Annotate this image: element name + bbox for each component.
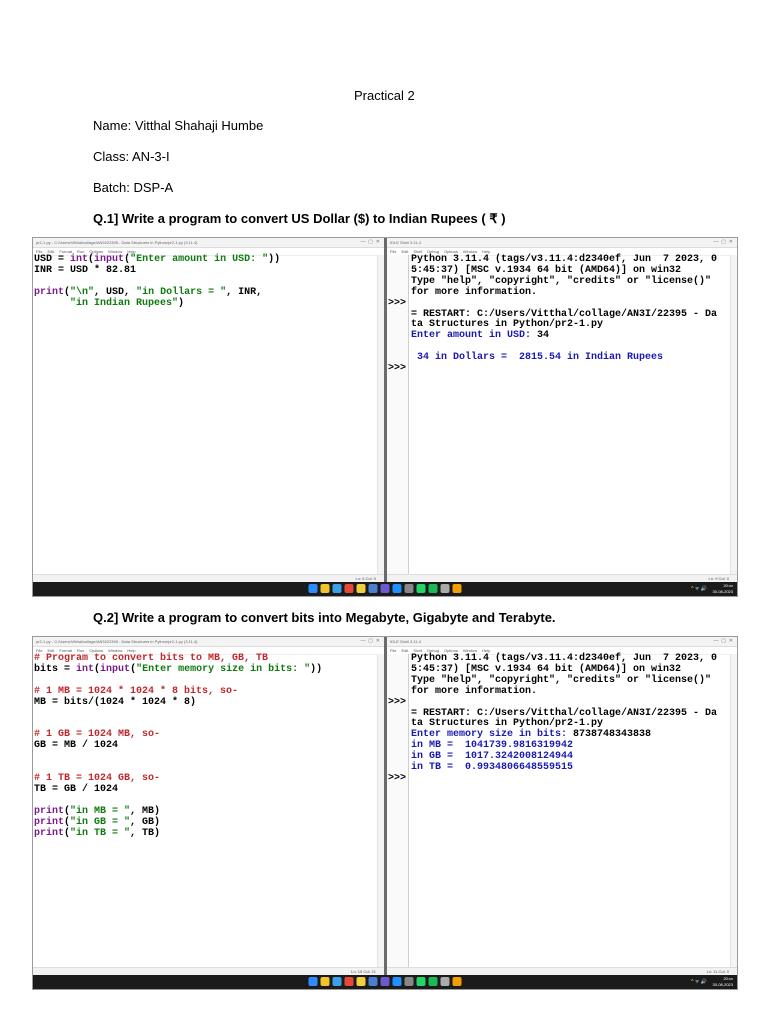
shell-prompt: Enter memory size in bits: — [411, 729, 574, 741]
tray-time: 20:xx 30-08-2023 — [712, 976, 733, 987]
system-tray[interactable]: ^ ᯤ 🔊 20:xx 30-08-2023 — [691, 583, 733, 595]
shell-output[interactable]: Python 3.11.4 (tags/v3.11.4:d2340ef, Jun… — [387, 654, 737, 967]
notes-icon[interactable] — [452, 977, 462, 986]
chrome-icon[interactable] — [344, 977, 354, 986]
shell-scrollbar[interactable] — [730, 654, 737, 967]
student-name: Name: Vitthal Shahaji Humbe — [93, 118, 264, 133]
whatsapp-icon[interactable] — [416, 977, 426, 986]
editor-titlebar: pr2-1.py - C:/Users/Vitthal/collage/AN3I… — [33, 238, 384, 248]
screenshot-q2: pr2-1.py - C:/Users/Vitthal/collage/AN3I… — [32, 636, 738, 990]
question-2-heading: Q.2] Write a program to convert bits int… — [93, 610, 556, 625]
screenshot-q1: pr2-1.py - C:/Users/Vitthal/collage/AN3I… — [32, 237, 738, 597]
settings-icon[interactable] — [440, 584, 450, 593]
window-controls-icon[interactable]: — ▢ ✕ — [714, 637, 733, 646]
code-text[interactable]: # Program to convert bits to MB, GB, TB … — [34, 653, 322, 839]
windows-icon[interactable] — [308, 977, 318, 986]
code-text[interactable]: USD = int(input("Enter amount in USD: ")… — [34, 254, 280, 310]
edge-icon[interactable] — [332, 584, 342, 593]
photos-icon[interactable] — [392, 977, 402, 986]
editor-window: pr2-1.py - C:/Users/Vitthal/collage/AN3I… — [33, 637, 384, 975]
shell-window: IDLE Shell 3.11.4— ▢ ✕ File Edit Shell Debu… — [387, 238, 737, 582]
tray-icons[interactable]: ^ ᯤ 🔊 — [691, 979, 707, 985]
shell-titlebar: IDLE Shell 3.11.4 — ▢ ✕ — [387, 637, 737, 647]
tray-time: 20:xx 30-08-2023 — [712, 583, 733, 594]
shell-titlebar: IDLE Shell 3.11.4 — ▢ ✕ — [387, 238, 737, 248]
shell-input-value: 34 — [537, 330, 550, 342]
window-controls-icon[interactable]: — ▢ ✕ — [714, 238, 733, 247]
chrome-icon[interactable] — [344, 584, 354, 593]
editor-titlebar: pr2-1.py - C:/Users/Vitthal/collage/AN3I… — [33, 637, 384, 647]
store-icon[interactable] — [380, 977, 390, 986]
window-controls-icon[interactable]: — ▢ ✕ — [361, 238, 380, 247]
shell-output-line: 34 in Dollars = 2815.54 in Indian Rupees — [411, 352, 664, 364]
editor-scrollbar[interactable] — [377, 654, 384, 967]
editor-window: pr2-1.py - C:/Users/Vitthal/collage/AN3I… — [33, 238, 384, 582]
python-icon[interactable] — [368, 584, 378, 593]
notes-icon[interactable] — [452, 584, 462, 593]
shell-prompt: Enter amount in USD: — [411, 330, 538, 342]
editor-scrollbar[interactable] — [377, 255, 384, 574]
editor-statusbar: Ln: 15 Col: 21 — [33, 967, 384, 975]
file-explorer-icon[interactable] — [320, 584, 330, 593]
shell-title: IDLE Shell 3.11.4 — [390, 240, 421, 245]
editor-title: pr2-1.py - C:/Users/Vitthal/collage/AN3I… — [36, 240, 198, 245]
question-1-heading: Q.1] Write a program to convert US Dolla… — [93, 211, 506, 226]
window-controls-icon[interactable]: — ▢ ✕ — [361, 637, 380, 646]
tray-icons[interactable]: ^ ᯤ 🔊 — [691, 586, 707, 592]
terminal-icon[interactable] — [404, 977, 414, 986]
spotify-icon[interactable] — [428, 977, 438, 986]
editor-title: pr2-1.py - C:/Users/Vitthal/collage/AN3I… — [36, 639, 198, 644]
whatsapp-icon[interactable] — [416, 584, 426, 593]
menu-edit[interactable]: Edit — [401, 648, 408, 653]
shell-output[interactable]: Python 3.11.4 (tags/v3.11.4:d2340ef, Jun… — [387, 255, 737, 574]
shell-input-value: 8738748343838 — [573, 729, 652, 741]
python-icon[interactable] — [368, 977, 378, 986]
windows-icon[interactable] — [308, 584, 318, 593]
shell-statusbar: Ln: 11 Col: 0 — [387, 967, 737, 975]
idle-icon[interactable] — [356, 977, 366, 986]
shell-text[interactable]: Python 3.11.4 (tags/v3.11.4:d2340ef, Jun… — [411, 255, 717, 364]
menu-file[interactable]: File — [390, 648, 396, 653]
student-batch: Batch: DSP-A — [93, 180, 174, 195]
menu-edit[interactable]: Edit — [401, 249, 408, 254]
windows-taskbar: ^ ᯤ 🔊 20:xx 30-08-2023 — [33, 582, 737, 596]
editor-statusbar: Ln: 6 Col: 0 — [33, 574, 384, 582]
edge-icon[interactable] — [332, 977, 342, 986]
settings-icon[interactable] — [440, 977, 450, 986]
spotify-icon[interactable] — [428, 584, 438, 593]
terminal-icon[interactable] — [404, 584, 414, 593]
idle-icon[interactable] — [356, 584, 366, 593]
shell-scrollbar[interactable] — [730, 255, 737, 574]
page-title: Practical 2 — [354, 88, 415, 103]
menu-file[interactable]: File — [390, 249, 396, 254]
shell-title: IDLE Shell 3.11.4 — [390, 639, 421, 644]
shell-statusbar: Ln: 9 Col: 0 — [387, 574, 737, 582]
code-editor[interactable]: USD = int(input("Enter amount in USD: ")… — [33, 254, 384, 574]
shell-text[interactable]: Python 3.11.4 (tags/v3.11.4:d2340ef, Jun… — [411, 654, 717, 774]
student-class: Class: AN-3-I — [93, 149, 170, 164]
file-explorer-icon[interactable] — [320, 977, 330, 986]
system-tray[interactable]: ^ ᯤ 🔊 20:xx 30-08-2023 — [691, 976, 733, 988]
shell-window: IDLE Shell 3.11.4— ▢ ✕ File Edit Shell Debu… — [387, 637, 737, 975]
code-editor[interactable]: # Program to convert bits to MB, GB, TB … — [33, 653, 384, 967]
photos-icon[interactable] — [392, 584, 402, 593]
store-icon[interactable] — [380, 584, 390, 593]
windows-taskbar: ^ ᯤ 🔊 20:xx 30-08-2023 — [33, 975, 737, 989]
